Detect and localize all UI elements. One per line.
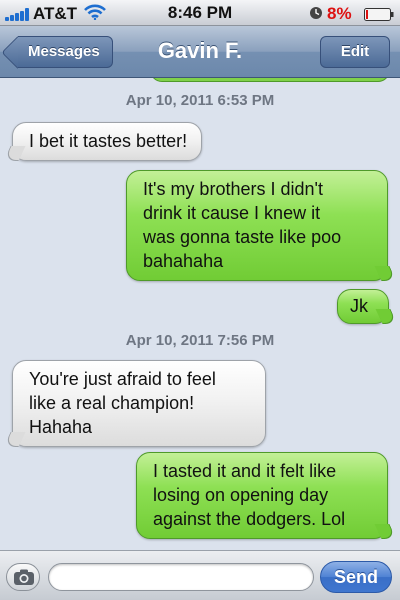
nav-bar: Messages Gavin F. Edit	[0, 26, 400, 78]
camera-icon	[14, 569, 34, 585]
message-line: was gonna taste like poo	[143, 227, 342, 247]
timestamp: Apr 10, 2011 6:53 PM	[125, 92, 275, 109]
message-line: losing on opening day	[153, 485, 329, 505]
message-line: Hahaha	[29, 417, 93, 437]
timestamp: Apr 10, 2011 7:56 PM	[125, 332, 275, 349]
outgoing-message[interactable]: It's my brothers I didn't drink it cause…	[126, 170, 388, 281]
message-line: It's my brothers I didn't	[143, 179, 323, 199]
outgoing-message[interactable]: I tasted it and it felt like losing on o…	[136, 452, 388, 539]
battery-percent: 8%	[327, 4, 352, 23]
message-line: drink it cause I knew it	[143, 203, 321, 223]
messages-back-button[interactable]: Messages	[18, 36, 113, 68]
message-input[interactable]	[48, 563, 314, 591]
battery-low-icon	[364, 8, 394, 21]
incoming-message[interactable]: I bet it tastes better!	[12, 122, 203, 161]
edit-button[interactable]: Edit	[320, 36, 390, 68]
outgoing-message[interactable]: Jk	[337, 289, 389, 324]
message-line: I tasted it and it felt like	[153, 461, 337, 481]
alarm-clock-icon	[310, 7, 322, 19]
previous-message-bubble	[150, 78, 390, 82]
message-line: against the dodgers. Lol	[153, 509, 346, 529]
message-line: You're just afraid to feel	[29, 369, 216, 389]
message-text: Jk	[350, 296, 368, 316]
message-thread[interactable]: Apr 10, 2011 6:53 PM I bet it tastes bet…	[0, 78, 400, 550]
status-bar: AT&T 8:46 PM 8%	[0, 0, 400, 26]
compose-bar: Send	[0, 550, 400, 600]
send-button[interactable]: Send	[320, 561, 392, 593]
message-text: I bet it tastes better!	[29, 131, 188, 151]
message-line: like a real champion!	[29, 393, 195, 413]
incoming-message[interactable]: You're just afraid to feel like a real c…	[12, 360, 266, 447]
camera-button[interactable]	[6, 563, 40, 591]
message-line: bahahaha	[143, 251, 224, 271]
